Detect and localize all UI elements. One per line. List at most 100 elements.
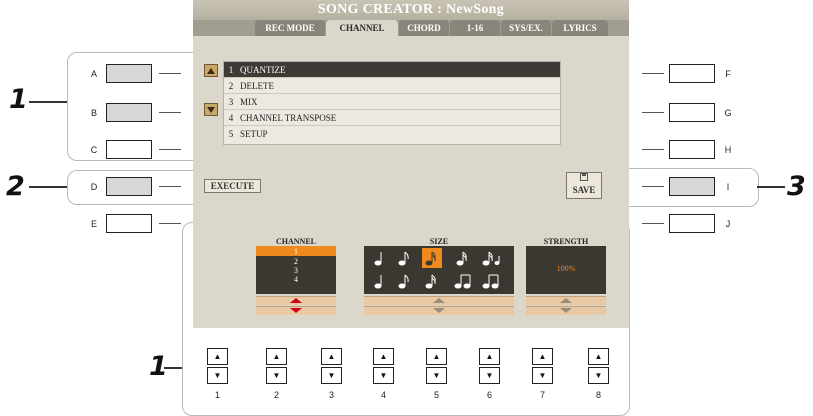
- strength-box[interactable]: 100%: [526, 246, 606, 294]
- tab-rec-mode[interactable]: REC MODE: [255, 20, 325, 36]
- tab-lyrics[interactable]: LYRICS: [552, 20, 608, 36]
- channel-heading: CHANNEL: [275, 237, 316, 246]
- bottom-up-button-6[interactable]: ▲: [479, 348, 500, 365]
- button-letter-c: C: [90, 145, 98, 155]
- side-button-f[interactable]: [669, 64, 715, 83]
- screen-title: SONG CREATOR : NewSong: [193, 0, 629, 20]
- bottom-down-button-6[interactable]: ▼: [479, 367, 500, 384]
- side-button-g[interactable]: [669, 103, 715, 122]
- callout-line-3: [757, 186, 785, 188]
- size-up-bar[interactable]: [364, 296, 514, 305]
- side-button-h[interactable]: [669, 140, 715, 159]
- bottom-down-button-1[interactable]: ▼: [207, 367, 228, 384]
- bottom-down-button-4[interactable]: ▼: [373, 367, 394, 384]
- menu-item-label: MIX: [240, 97, 258, 107]
- channel-down-bar[interactable]: [256, 306, 336, 315]
- side-button-a[interactable]: [106, 64, 152, 83]
- button-letter-g: G: [724, 108, 732, 118]
- connector-f: [642, 73, 664, 74]
- callout-number-2: 2: [6, 171, 25, 202]
- save-disk-icon: [567, 173, 601, 184]
- callout-number-3: 3: [787, 171, 806, 202]
- bottom-button-pair-7: ▲ ▼: [532, 348, 553, 384]
- menu-item-number: 1: [228, 65, 234, 75]
- bottom-down-button-2[interactable]: ▼: [266, 367, 287, 384]
- bottom-button-pair-4: ▲ ▼: [373, 348, 394, 384]
- side-button-j[interactable]: [669, 214, 715, 233]
- bottom-label-1: 1: [214, 390, 220, 400]
- connector-g: [642, 112, 664, 113]
- strength-down-bar[interactable]: [526, 306, 606, 315]
- tab-sys-ex[interactable]: SYS/EX.: [501, 20, 551, 36]
- bottom-button-pair-8: ▲ ▼: [588, 348, 609, 384]
- menu-item-number: 2: [228, 81, 234, 91]
- bottom-label-5: 5: [433, 390, 439, 400]
- strength-value: 100%: [556, 264, 576, 273]
- bottom-label-2: 2: [273, 390, 279, 400]
- save-button[interactable]: SAVE: [566, 172, 602, 199]
- size-grid[interactable]: [364, 246, 514, 294]
- button-letter-j: J: [725, 219, 731, 229]
- bottom-down-button-3[interactable]: ▼: [321, 367, 342, 384]
- side-button-c[interactable]: [106, 140, 152, 159]
- bottom-button-pair-2: ▲ ▼: [266, 348, 287, 384]
- tab-chord[interactable]: CHORD: [399, 20, 449, 36]
- tab-channel[interactable]: CHANNEL: [326, 20, 398, 36]
- strength-heading: STRENGTH: [543, 237, 589, 246]
- menu-item-delete[interactable]: 2 DELETE: [224, 78, 560, 94]
- button-letter-i: I: [726, 182, 730, 192]
- function-menu: 1 QUANTIZE 2 DELETE 3 MIX 4 CHANNEL TRAN…: [223, 61, 561, 145]
- size-heading: SIZE: [429, 237, 449, 246]
- connector-d: [159, 186, 181, 187]
- bottom-up-button-2[interactable]: ▲: [266, 348, 287, 365]
- button-letter-d: D: [90, 182, 98, 192]
- menu-down-arrow-icon[interactable]: [204, 103, 218, 116]
- menu-item-number: 3: [228, 97, 234, 107]
- bottom-button-pair-3: ▲ ▼: [321, 348, 342, 384]
- channel-list[interactable]: 1 2 3 4: [256, 246, 336, 294]
- callout-line-1: [29, 101, 67, 103]
- button-letter-e: E: [90, 219, 97, 229]
- channel-up-bar[interactable]: [256, 296, 336, 305]
- menu-item-label: SETUP: [240, 129, 268, 139]
- menu-item-setup[interactable]: 5 SETUP: [224, 126, 560, 142]
- side-button-b[interactable]: [106, 103, 152, 122]
- bottom-label-6: 6: [486, 390, 492, 400]
- connector-j: [642, 223, 664, 224]
- strength-up-bar[interactable]: [526, 296, 606, 305]
- side-button-e[interactable]: [106, 214, 152, 233]
- menu-item-mix[interactable]: 3 MIX: [224, 94, 560, 110]
- menu-item-label: CHANNEL TRANSPOSE: [240, 113, 337, 123]
- menu-item-channel-transpose[interactable]: 4 CHANNEL TRANSPOSE: [224, 110, 560, 126]
- save-label: SAVE: [572, 185, 596, 195]
- connector-c: [159, 149, 181, 150]
- bottom-down-button-8[interactable]: ▼: [588, 367, 609, 384]
- bottom-label-7: 7: [539, 390, 545, 400]
- button-letter-a: A: [90, 69, 97, 79]
- bottom-label-8: 8: [595, 390, 601, 400]
- menu-item-label: DELETE: [240, 81, 274, 91]
- bottom-up-button-5[interactable]: ▲: [426, 348, 447, 365]
- bottom-up-button-4[interactable]: ▲: [373, 348, 394, 365]
- menu-item-quantize[interactable]: 1 QUANTIZE: [224, 62, 560, 78]
- connector-h: [642, 149, 664, 150]
- execute-button[interactable]: EXECUTE: [204, 179, 261, 193]
- callout-number-1: 1: [9, 84, 28, 115]
- side-button-d[interactable]: [106, 177, 152, 196]
- size-down-bar[interactable]: [364, 306, 514, 315]
- bottom-down-button-5[interactable]: ▼: [426, 367, 447, 384]
- bottom-up-button-1[interactable]: ▲: [207, 348, 228, 365]
- bottom-up-button-8[interactable]: ▲: [588, 348, 609, 365]
- bottom-down-button-7[interactable]: ▼: [532, 367, 553, 384]
- side-button-i[interactable]: [669, 177, 715, 196]
- tab-1-16[interactable]: 1-16: [450, 20, 500, 36]
- menu-item-label: QUANTIZE: [240, 65, 286, 75]
- note-values-icon: [374, 248, 500, 289]
- channel-value-4: 4: [294, 275, 298, 284]
- bottom-up-button-3[interactable]: ▲: [321, 348, 342, 365]
- menu-up-arrow-icon[interactable]: [204, 64, 218, 77]
- connector-e: [159, 223, 181, 224]
- bottom-up-button-7[interactable]: ▲: [532, 348, 553, 365]
- button-letter-h: H: [724, 145, 732, 155]
- bottom-label-4: 4: [380, 390, 386, 400]
